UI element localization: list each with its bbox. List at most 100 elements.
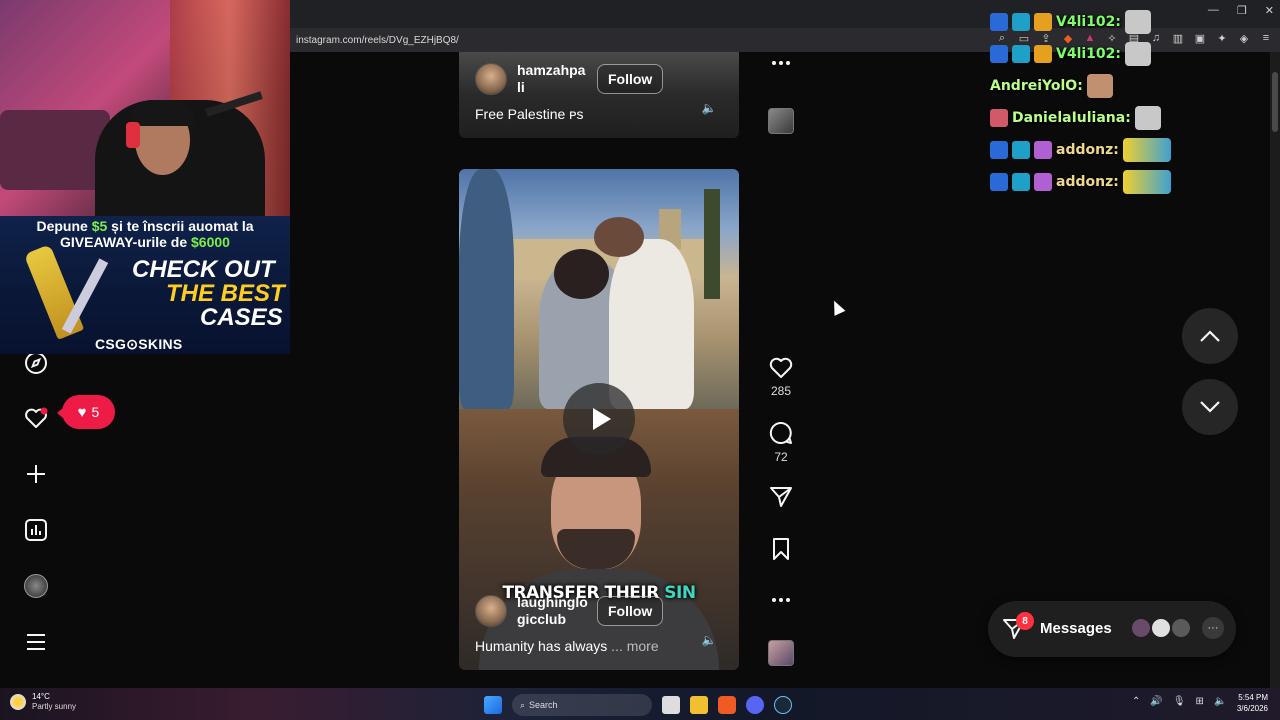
notifications-icon[interactable] <box>22 404 50 432</box>
like-action[interactable]: 285 <box>766 356 796 398</box>
comment-count: 72 <box>774 450 788 464</box>
chat-emote <box>1086 74 1113 98</box>
subscriber-badge-icon <box>1012 13 1030 31</box>
file-explorer-icon[interactable] <box>690 696 708 714</box>
comment-action[interactable]: 72 <box>766 420 796 464</box>
chat-emote <box>1125 10 1151 34</box>
subscriber-badge-icon <box>1012 173 1030 191</box>
system-tray: ⌃ 🔊 🎙 ⊞ 🔈 <box>1132 696 1226 707</box>
video-frame-top <box>459 169 739 409</box>
more-link[interactable]: ... more <box>611 638 658 654</box>
more-options-icon[interactable] <box>766 597 796 603</box>
chat-username: DanielaIuliana: <box>1012 110 1131 126</box>
chat-line: V4li102: <box>990 6 1190 38</box>
taskbar-apps: ⌕ Search <box>484 694 792 716</box>
window-controls: — ❐ ✕ <box>1208 4 1274 17</box>
chevron-down-icon <box>1200 401 1220 413</box>
heart-icon[interactable] <box>768 356 794 380</box>
speaker-icon[interactable]: 🔈 <box>701 100 717 116</box>
windows-start-icon[interactable] <box>484 696 502 714</box>
more-avatars-icon: ··· <box>1202 617 1224 639</box>
author-avatar[interactable] <box>475 63 507 95</box>
taskbar-clock[interactable]: 5:54 PM 3/6/2026 <box>1232 692 1268 714</box>
discord-icon[interactable] <box>746 696 764 714</box>
brave-browser-icon[interactable] <box>718 696 736 714</box>
wallet-icon[interactable]: ▣ <box>1194 32 1206 45</box>
temperature: 14°C <box>32 692 50 701</box>
heart-icon: ♥ <box>77 403 87 421</box>
author-name[interactable]: hamzahpa li <box>517 62 587 96</box>
subscriber-badge-icon <box>1012 45 1030 63</box>
avatar <box>1170 617 1192 639</box>
taskbar-search[interactable]: ⌕ Search <box>512 694 652 716</box>
follow-button[interactable]: Follow <box>597 64 664 94</box>
speaker-icon[interactable]: 🔈 <box>701 632 717 648</box>
notification-pill[interactable]: ♥ 5 <box>57 395 115 429</box>
chat-line: DanielaIuliana: <box>990 102 1190 134</box>
sponsor-ad-banner: Depune $5 și te înscrii auomat la GIVEAW… <box>0 216 290 354</box>
notification-count: 5 <box>91 404 100 420</box>
message-avatars <box>1130 617 1192 639</box>
bookmark-icon[interactable] <box>770 537 792 561</box>
tray-overflow-icon[interactable]: ⌃ <box>1132 696 1140 707</box>
network-icon[interactable]: ⊞ <box>1196 696 1204 707</box>
close-icon[interactable]: ✕ <box>1265 4 1274 17</box>
vpn-icon[interactable]: ◈ <box>1238 32 1250 45</box>
task-view-icon[interactable] <box>662 696 680 714</box>
avatar <box>1130 617 1152 639</box>
next-reel-button[interactable] <box>1182 379 1238 435</box>
moderator-badge-icon <box>990 173 1008 191</box>
user-badge-icon <box>990 109 1008 127</box>
reel-author-row: laughinglo gicclub Follow <box>475 594 664 628</box>
create-icon[interactable] <box>22 460 50 488</box>
chat-line: V4li102: <box>990 38 1190 70</box>
stream-chat-overlay: V4li102: V4li102: AndreiYolO: DanielaIul… <box>990 6 1190 198</box>
menu-icon[interactable]: ≡ <box>1260 32 1272 44</box>
reel-previous[interactable]: hamzahpa li Follow Free Palestine ᴘs 🔈 <box>459 52 739 138</box>
url-text[interactable]: instagram.com/reels/DVg_EZHjBQ8/ <box>296 35 459 46</box>
audio-thumbnail[interactable] <box>768 640 794 666</box>
restore-icon[interactable]: ❐ <box>1237 4 1247 17</box>
speaker-icon[interactable]: 🔈 <box>1214 696 1226 707</box>
play-button[interactable] <box>563 383 635 455</box>
moderator-badge-icon <box>990 13 1008 31</box>
chat-emote <box>1122 138 1171 162</box>
moderator-badge-icon <box>990 45 1008 63</box>
author-avatar[interactable] <box>475 595 507 627</box>
weather-widget[interactable]: 14°C Partly sunny <box>10 692 76 712</box>
streamer-webcam <box>0 0 290 218</box>
reel-description: Free Palestine ᴘs <box>475 106 584 122</box>
reel-current[interactable]: TRANSFER THEIR SIN laughinglo gicclub Fol… <box>459 169 739 670</box>
follow-button[interactable]: Follow <box>597 596 664 626</box>
gift-badge-icon <box>1034 173 1052 191</box>
reel-author-row: hamzahpa li Follow <box>475 62 664 96</box>
moderator-badge-icon <box>990 141 1008 159</box>
author-name[interactable]: laughinglo gicclub <box>517 594 588 628</box>
previous-reel-button[interactable] <box>1182 308 1238 364</box>
unread-badge: 8 <box>1016 612 1034 630</box>
weather-description: Partly sunny <box>32 702 77 711</box>
more-menu-icon[interactable] <box>22 628 50 656</box>
audio-thumbnail-previous[interactable] <box>768 108 794 134</box>
minimize-icon[interactable]: — <box>1208 4 1219 17</box>
scroll-thumb[interactable] <box>1272 72 1278 132</box>
emote-badge-icon <box>1034 13 1052 31</box>
send-icon[interactable] <box>769 485 793 509</box>
dashboard-icon[interactable] <box>22 516 50 544</box>
microphone-icon[interactable]: 🎙 <box>1173 696 1186 707</box>
comment-icon[interactable] <box>768 420 794 446</box>
volume-icon[interactable]: 🔊 <box>1150 696 1162 707</box>
profile-avatar[interactable] <box>22 572 50 600</box>
more-options-icon-previous[interactable] <box>766 60 796 66</box>
knife-graphic <box>23 244 85 340</box>
share-action[interactable] <box>766 485 796 509</box>
reel-description: Humanity has always ... more <box>475 638 659 654</box>
steam-icon[interactable] <box>774 696 792 714</box>
gift-badge-icon <box>1034 141 1052 159</box>
save-action[interactable] <box>766 537 796 561</box>
leo-ai-icon[interactable]: ✦ <box>1216 32 1228 45</box>
ad-headline-3: CASES <box>200 304 283 331</box>
ad-text-line2: GIVEAWAY-urile de $6000 <box>60 234 230 250</box>
chat-username: addonz: <box>1056 142 1119 158</box>
page-scrollbar[interactable] <box>1270 52 1280 688</box>
